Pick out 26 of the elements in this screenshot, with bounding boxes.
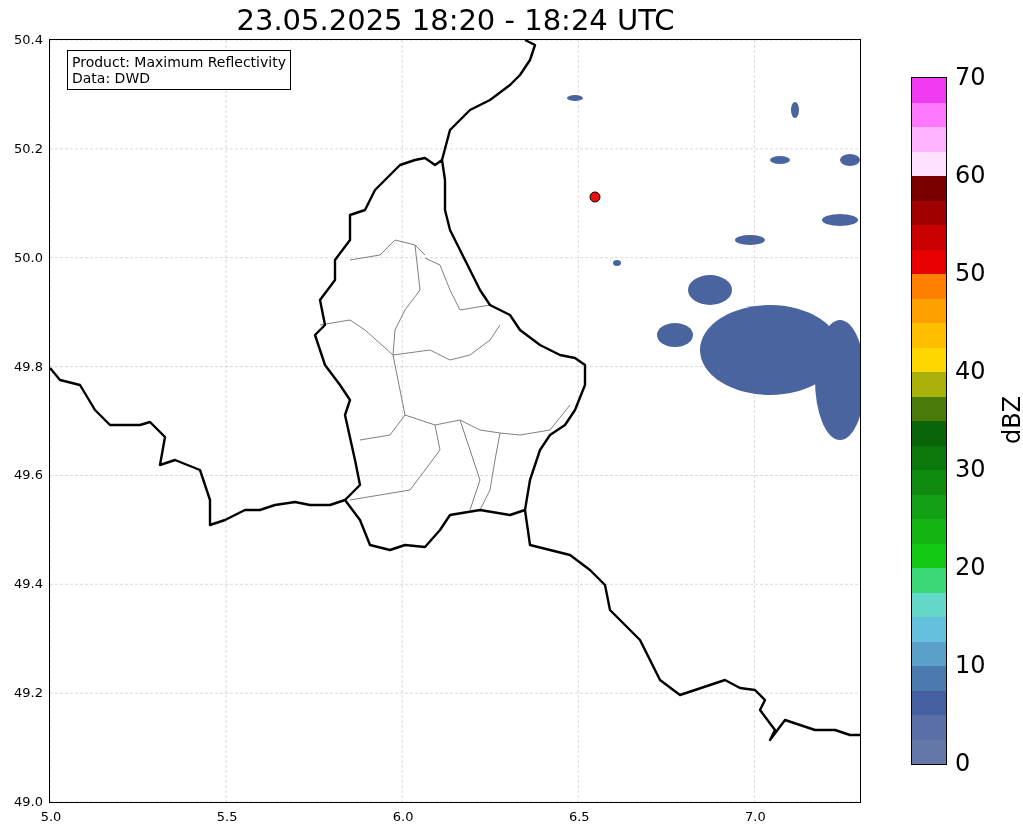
latitude-tick-label: 49.4	[14, 575, 43, 591]
latitude-tick-label: 49.6	[14, 466, 43, 482]
legend-text: Product: Maximum Reflectivity	[72, 54, 286, 70]
colorbar-tick-label: 50	[955, 260, 986, 286]
latitude-tick-label: 50.2	[14, 140, 43, 156]
latitude-tick-label: 49.2	[14, 684, 43, 700]
colorbar-tick-label: 30	[955, 456, 986, 482]
colorbar-label: dBZ	[999, 395, 1023, 445]
colorbar-tick-label: 60	[955, 162, 986, 188]
legend-text: Data: DWD	[72, 70, 151, 86]
latitude-tick-label: 50.0	[14, 249, 43, 265]
latitude-tick-label: 50.4	[14, 31, 43, 47]
longitude-tick-label: 6.0	[392, 809, 414, 824]
location-marker	[589, 191, 601, 203]
colorbar-tick-label: 70	[955, 64, 986, 90]
latitude-tick-label: 49.0	[14, 793, 43, 809]
longitude-tick-label: 5.0	[40, 809, 62, 824]
longitude-tick-label: 5.5	[216, 809, 238, 824]
colorbar-tick-label: 10	[955, 652, 986, 678]
colorbar-tick-label: 40	[955, 358, 986, 384]
colorbar-tick-label: 0	[955, 750, 971, 776]
longitude-tick-label: 7.0	[745, 809, 766, 824]
colorbar-tick-label: 20	[955, 554, 986, 580]
chart-title: 23.05.2025 18:20 - 18:24 UTC	[236, 2, 675, 37]
longitude-tick-label: 6.5	[568, 809, 590, 824]
latitude-tick-label: 49.8	[14, 358, 43, 374]
